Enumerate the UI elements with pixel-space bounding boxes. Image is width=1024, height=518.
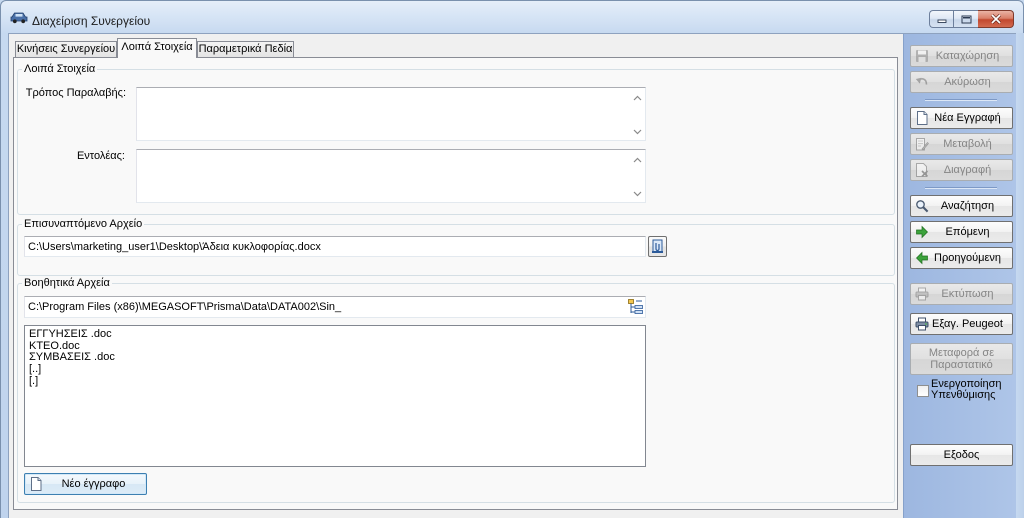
save-button[interactable]: Καταχώρηση (910, 45, 1013, 67)
print-label: Εκτύπωση (941, 288, 994, 300)
edit-button[interactable]: Μεταβολή (910, 133, 1013, 155)
minimize-button[interactable] (929, 10, 954, 28)
tab-kiniseis-synergeiou[interactable]: Κινήσεις Συνεργείου (15, 41, 117, 58)
list-item[interactable]: ΕΓΓΥΗΣΕΙΣ .doc (29, 328, 641, 341)
new-document-icon (29, 477, 43, 491)
cancel-button[interactable]: Ακύρωση (910, 71, 1013, 93)
previous-button[interactable]: Προηγούμενη (910, 247, 1013, 269)
scroll-up-icon[interactable] (633, 95, 642, 101)
pickup-method-textarea[interactable] (136, 87, 646, 141)
save-label: Καταχώρηση (935, 50, 1000, 62)
aux-folder-input[interactable] (24, 296, 646, 318)
next-button[interactable]: Επόμενη (910, 221, 1013, 243)
edit-label: Μεταβολή (943, 138, 992, 150)
list-item[interactable]: ΚΤΕΟ.doc (29, 340, 641, 353)
attachment-path-input[interactable] (24, 236, 646, 257)
reminder-label[interactable]: Ενεργοποίηση Υπενθύμισης (931, 379, 1011, 401)
list-item[interactable]: ΣΥΜΒΑΣΕΙΣ .doc (29, 352, 641, 364)
ordering-party-label: Εντολέας: (76, 150, 125, 162)
close-button[interactable] (978, 10, 1014, 28)
delete-button[interactable]: Διαγραφή (910, 159, 1013, 181)
scroll-down-icon[interactable] (633, 129, 642, 135)
new-record-label: Νέα Εγγραφή (934, 112, 1001, 124)
exit-label: Εξοδος (943, 449, 980, 461)
window-title: Διαχείριση Συνεργείου (32, 14, 151, 28)
new-document-label: Νέο έγγραφο (61, 478, 126, 490)
folder-tree-icon[interactable] (627, 298, 644, 316)
list-item[interactable]: [.] (29, 375, 641, 388)
search-button[interactable]: Αναζήτηση (910, 195, 1013, 217)
attachment-title: Επισυναπτόμενο Αρχείο (22, 218, 145, 230)
reminder-checkbox[interactable] (917, 385, 929, 397)
panel-separator (925, 187, 997, 189)
attachment-browse-button[interactable] (648, 236, 667, 257)
minimize-icon (937, 19, 947, 23)
car-icon (10, 11, 28, 24)
window-right-border (1016, 33, 1024, 518)
aux-files-list[interactable]: ΕΓΓΥΗΣΕΙΣ .doc ΚΤΕΟ.doc ΣΥΜΒΑΣΕΙΣ .doc [… (24, 325, 646, 467)
search-label: Αναζήτηση (940, 200, 995, 212)
next-label: Επόμενη (945, 226, 990, 238)
other-details-title: Λοιπά Στοιχεία (22, 63, 98, 75)
new-document-button[interactable]: Νέο έγγραφο (24, 473, 147, 495)
maximize-button[interactable] (953, 10, 979, 28)
new-record-button[interactable]: Νέα Εγγραφή (910, 107, 1013, 129)
export-peugeot-button[interactable]: Εξαγ. Peugeot (910, 313, 1013, 335)
attach-file-icon (652, 239, 663, 253)
panel-separator (925, 99, 997, 101)
print-button[interactable]: Εκτύπωση (910, 283, 1013, 305)
scroll-down-icon[interactable] (633, 191, 642, 197)
transfer-label: Μεταφορά σε Παραστατικό (928, 347, 995, 371)
tab-parametrika-pedia[interactable]: Παραμετρικά Πεδία (197, 41, 294, 58)
scroll-up-icon[interactable] (633, 157, 642, 163)
export-peugeot-label: Εξαγ. Peugeot (932, 318, 1003, 330)
pickup-method-label: Τρόπος Παραλαβής: (25, 87, 126, 99)
maximize-icon (961, 15, 971, 23)
previous-label: Προηγούμενη (934, 252, 1001, 264)
list-item[interactable]: [..] (29, 363, 641, 376)
delete-label: Διαγραφή (943, 164, 992, 176)
aux-files-title: Βοηθητικά Αρχεία (22, 277, 112, 289)
cancel-label: Ακύρωση (944, 76, 991, 88)
transfer-to-document-button[interactable]: Μεταφορά σε Παραστατικό (910, 343, 1013, 375)
ordering-party-textarea[interactable] (136, 149, 646, 203)
tab-loipa-stoixeia[interactable]: Λοιπά Στοιχεία (117, 38, 197, 58)
exit-button[interactable]: Εξοδος (910, 444, 1013, 466)
close-icon (990, 14, 1001, 24)
